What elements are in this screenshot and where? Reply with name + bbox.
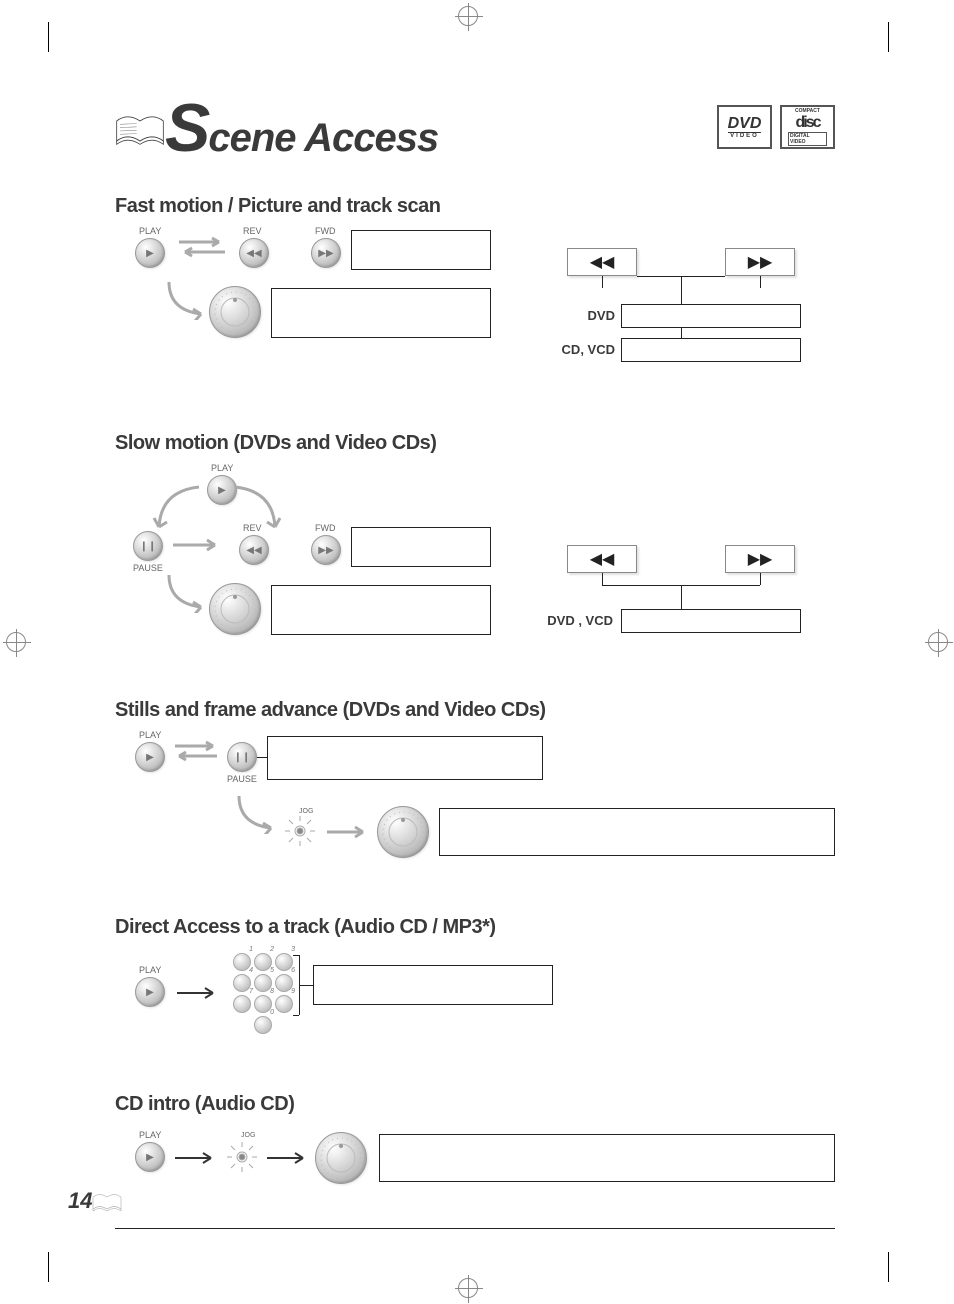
jog-dial-icon — [209, 286, 261, 338]
stills-description-box-1 — [267, 736, 543, 780]
jog-dial-icon — [209, 583, 261, 635]
heading-fast-motion: Fast motion / Picture and track scan — [115, 195, 835, 218]
fwd-button-icon: ▶▶ — [311, 238, 341, 268]
cdvcd-label: CD, VCD — [525, 342, 615, 357]
fastforward-keycap: ▶▶ — [725, 248, 795, 276]
dvd-video-logo: DVD VIDEO — [717, 105, 772, 149]
rev-button-icon: ◀◀ — [239, 238, 269, 268]
jog-small-icon — [285, 816, 315, 846]
dvdvcd-label: DVD , VCD — [523, 613, 613, 628]
right-arrow-icon — [173, 983, 223, 1003]
fwd-caption: FWD — [315, 523, 336, 533]
double-arrow-icon — [173, 232, 231, 262]
direct-description-box — [313, 965, 553, 1005]
dvd-speed-box — [621, 304, 801, 328]
heading-slow-motion: Slow motion (DVDs and Video CDs) — [115, 432, 835, 455]
slow-description-box-1 — [351, 527, 491, 567]
compact-disc-logo: COMPACT disc DIGITAL VIDEO — [780, 105, 835, 149]
cdvcd-speed-box — [621, 338, 801, 362]
rewind-keycap: ◀◀ — [567, 248, 637, 276]
rev-button-icon: ◀◀ — [239, 535, 269, 565]
stills-description-box-2 — [439, 808, 835, 856]
play-button-icon: ▶ — [135, 742, 165, 772]
jog-dial-icon — [377, 806, 429, 858]
fwd-button-icon: ▶▶ — [311, 535, 341, 565]
section-stills: Stills and frame advance (DVDs and Video… — [115, 699, 835, 890]
jog-small-icon — [227, 1142, 257, 1172]
book-small-icon — [92, 1192, 122, 1214]
pause-caption: PAUSE — [133, 563, 163, 573]
rev-caption: REV — [243, 226, 262, 236]
pause-caption: PAUSE — [227, 774, 257, 784]
dvdvcd-speed-box — [621, 609, 801, 633]
curved-arrow-icon — [165, 573, 209, 613]
heading-cd-intro: CD intro (Audio CD) — [115, 1093, 835, 1116]
curved-arrow-left-icon — [151, 481, 205, 535]
page-header: Scene Access DVD VIDEO COMPACT disc DIGI… — [115, 95, 835, 165]
book-icon — [115, 113, 165, 149]
right-arrow-icon — [263, 1148, 313, 1168]
play-caption: PLAY — [139, 965, 161, 975]
section-cd-intro: CD intro (Audio CD) PLAY ▶ JOG — [115, 1093, 835, 1229]
heading-stills: Stills and frame advance (DVDs and Video… — [115, 699, 835, 722]
fwd-caption: FWD — [315, 226, 336, 236]
pause-button-icon: ❙❙ — [133, 531, 163, 561]
rev-caption: REV — [243, 523, 262, 533]
curved-arrow-icon — [165, 280, 209, 320]
section-direct-access: Direct Access to a track (Audio CD / MP3… — [115, 916, 835, 1067]
play-caption: PLAY — [139, 1130, 161, 1140]
jog-caption: JOG — [299, 808, 313, 815]
play-button-icon: ▶ — [135, 238, 165, 268]
dvd-label: DVD — [545, 308, 615, 323]
fastforward-keycap: ▶▶ — [725, 545, 795, 573]
right-arrow-icon — [169, 535, 225, 555]
rewind-keycap: ◀◀ — [567, 545, 637, 573]
jog-caption: JOG — [241, 1132, 255, 1139]
double-arrow-icon — [169, 736, 223, 766]
play-caption: PLAY — [139, 730, 161, 740]
page-title: Scene Access — [165, 89, 438, 167]
section-rule — [115, 1228, 835, 1229]
heading-direct-access: Direct Access to a track (Audio CD / MP3… — [115, 916, 835, 939]
right-arrow-icon — [323, 822, 373, 842]
fast-description-box-1 — [351, 230, 491, 270]
play-caption: PLAY — [139, 226, 161, 236]
jog-dial-icon — [315, 1132, 367, 1184]
fast-description-box-2 — [271, 288, 491, 338]
curved-arrow-icon — [235, 794, 279, 834]
intro-description-box — [379, 1134, 835, 1182]
section-fast-motion: Fast motion / Picture and track scan PLA… — [115, 195, 835, 406]
page-number: 14 — [68, 1188, 92, 1214]
right-arrow-icon — [171, 1148, 221, 1168]
play-button-icon: ▶ — [135, 1142, 165, 1172]
number-keypad-icon: 1 2 3 4 5 6 7 8 9 0 — [233, 953, 293, 1034]
slow-description-box-2 — [271, 585, 491, 635]
play-caption: PLAY — [211, 463, 233, 473]
pause-button-icon: ❙❙ — [227, 742, 257, 772]
play-button-icon: ▶ — [135, 977, 165, 1007]
section-slow-motion: Slow motion (DVDs and Video CDs) PLAY ▶ … — [115, 432, 835, 673]
